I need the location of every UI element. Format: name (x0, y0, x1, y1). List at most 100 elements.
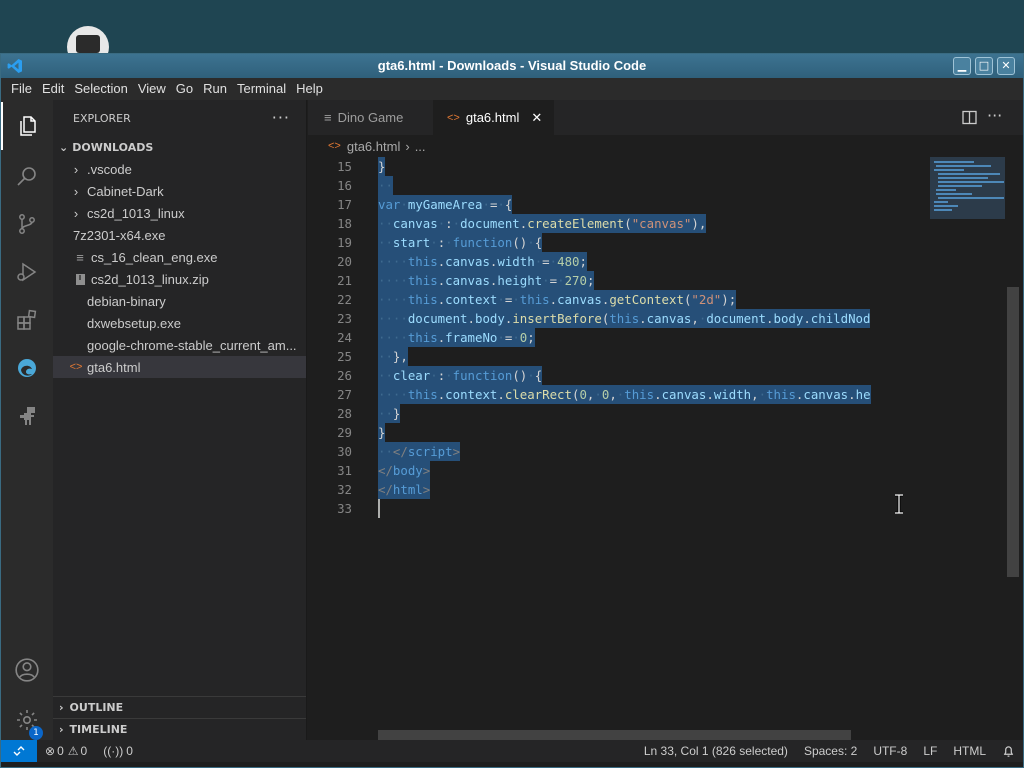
code-line[interactable]: 16 ·· (308, 176, 930, 195)
tab-gta6-html[interactable]: <> gta6.html ✕ (433, 100, 554, 135)
timeline-section-header[interactable]: › TIMELINE (53, 718, 306, 740)
line-number: 23 (337, 311, 352, 326)
indentation[interactable]: Spaces: 2 (796, 740, 865, 762)
source-control-icon[interactable] (1, 200, 53, 248)
code-line[interactable]: 30 ··</script> (308, 442, 930, 461)
tree-item-cs2d-folder[interactable]: › cs2d_1013_linux (53, 202, 306, 224)
line-number: 31 (337, 463, 352, 478)
code-line[interactable]: 21 ····this.canvas.height·=·270; (308, 271, 930, 290)
menu-selection[interactable]: Selection (69, 78, 132, 100)
code-line[interactable]: 28 ··} (308, 404, 930, 423)
cursor-position[interactable]: Ln 33, Col 1 (826 selected) (636, 740, 796, 762)
more-actions-icon[interactable]: ··· (272, 108, 290, 127)
outline-section-header[interactable]: › OUTLINE (53, 696, 306, 718)
horizontal-scrollbar[interactable] (378, 730, 851, 740)
menu-run[interactable]: Run (198, 78, 232, 100)
dino-icon[interactable] (1, 392, 53, 440)
timeline-title: TIMELINE (69, 723, 128, 736)
tree-item-7z-exe[interactable]: 7z2301-x64.exe (53, 224, 306, 246)
ports-count: 0 (126, 744, 133, 758)
tree-item-label: 7z2301-x64.exe (73, 227, 166, 243)
tree-item-cabinet-dark[interactable]: › Cabinet-Dark (53, 180, 306, 202)
line-number: 16 (337, 178, 352, 193)
tree-item-label: cs_16_clean_eng.exe (91, 249, 218, 265)
search-icon[interactable] (1, 152, 53, 200)
code-line[interactable]: 33 (308, 499, 930, 518)
code-line[interactable]: 31 </body> (308, 461, 930, 480)
tree-item-vscode[interactable]: › .vscode (53, 158, 306, 180)
code-line[interactable]: 25 ··}, (308, 347, 930, 366)
code-line[interactable]: 18 ··canvas·:·document.createElement("can… (308, 214, 930, 233)
account-icon[interactable] (1, 646, 53, 694)
tree-item-debian-binary[interactable]: debian-binary (53, 290, 306, 312)
title-bar: gta6.html - Downloads - Visual Studio Co… (1, 54, 1023, 78)
split-editor-icon[interactable] (962, 110, 977, 129)
breadcrumb-file[interactable]: gta6.html (347, 139, 400, 154)
code-line[interactable]: 26 ··clear·:·function()·{ (308, 366, 930, 385)
notifications-bell-icon[interactable] (994, 740, 1023, 762)
tree-item-cs16-exe[interactable]: ≡ cs_16_clean_eng.exe (53, 246, 306, 268)
remote-indicator-icon[interactable] (1, 740, 37, 762)
code-line[interactable]: 17 var·myGameArea·=·{ (308, 195, 930, 214)
tree-item-label: Cabinet-Dark (87, 183, 164, 199)
close-tab-icon[interactable]: ✕ (531, 110, 542, 126)
tree-item-gta6-html[interactable]: <> gta6.html (53, 356, 306, 378)
menu-file[interactable]: File (6, 78, 37, 100)
tree-item-label: cs2d_1013_linux.zip (91, 271, 209, 287)
sidebar-bottom-sections: › OUTLINE › TIMELINE (53, 696, 306, 740)
vertical-scrollbar[interactable] (1005, 157, 1019, 740)
code-line[interactable]: 27 ····this.context.clearRect(0,·0,·this.… (308, 385, 930, 404)
code-line[interactable]: 15} (308, 157, 930, 176)
more-actions-icon[interactable]: ··· (987, 106, 1002, 125)
language-mode[interactable]: HTML (945, 740, 994, 762)
line-number: 20 (337, 254, 352, 269)
settings-gear-icon[interactable]: 1 (1, 696, 53, 744)
code-line[interactable]: 32 </html> (308, 480, 930, 499)
code-text: ····document.body.insertBefore(this.canv… (378, 309, 871, 328)
error-icon: ⊗ (45, 744, 56, 758)
error-count: 0 (57, 744, 64, 758)
code-line[interactable]: 23 ····document.body.insertBefore(this.ca… (308, 309, 930, 328)
menu-view[interactable]: View (133, 78, 171, 100)
menu-terminal[interactable]: Terminal (232, 78, 291, 100)
html-file-icon: <> (69, 361, 83, 373)
code-text: var·myGameArea·=·{ (378, 195, 513, 214)
code-line[interactable]: 19 ··start·:·function()·{ (308, 233, 930, 252)
downloads-section-header[interactable]: ⌄ DOWNLOADS (53, 136, 306, 158)
code-editor[interactable]: 15} 16 ·· 17 var·myGameArea·=·{18 ··canvas·:·… (308, 157, 930, 740)
tree-item-dxwebsetup[interactable]: dxwebsetup.exe (53, 312, 306, 334)
menu-help[interactable]: Help (291, 78, 328, 100)
vscode-window: gta6.html - Downloads - Visual Studio Co… (0, 53, 1024, 768)
extensions-icon[interactable] (1, 296, 53, 344)
ports-indicator[interactable]: ((·)) 0 (95, 740, 141, 762)
code-text: ····this.canvas.width·=·480; (378, 252, 587, 271)
breadcrumb: <> gta6.html › ... (308, 135, 1023, 157)
code-text: ·· (378, 176, 393, 195)
warning-count: 0 (80, 744, 88, 758)
maximize-button[interactable]: □ (975, 57, 993, 75)
code-line[interactable]: 29} (308, 423, 930, 442)
explorer-icon[interactable] (1, 102, 53, 150)
tree-item-google-chrome[interactable]: google-chrome-stable_current_am... (53, 334, 306, 356)
minimap[interactable] (930, 157, 1005, 740)
run-debug-icon[interactable] (1, 248, 53, 296)
code-text: ····this.canvas.height·=·270; (378, 271, 595, 290)
tree-item-cs2d-zip[interactable]: cs2d_1013_linux.zip (53, 268, 306, 290)
code-line[interactable]: 22 ····this.context·=·this.canvas.getCont… (308, 290, 930, 309)
menu-edit[interactable]: Edit (37, 78, 69, 100)
code-text: ··} (378, 404, 401, 423)
scrollbar-thumb[interactable] (1007, 287, 1019, 577)
code-line[interactable]: 24 ····this.frameNo·=·0; (308, 328, 930, 347)
encoding[interactable]: UTF-8 (865, 740, 915, 762)
breadcrumb-rest[interactable]: ... (415, 139, 426, 154)
problems-indicator[interactable]: ⊗ 0 ⚠ 0 (37, 740, 95, 762)
code-text: ··}, (378, 347, 408, 366)
end-of-line[interactable]: LF (915, 740, 945, 762)
status-bar: ⊗ 0 ⚠ 0 ((·)) 0 Ln 33, Col 1 (826 select… (1, 740, 1023, 762)
minimize-button[interactable]: ▁ (953, 57, 971, 75)
tab-dino-game[interactable]: ≡ Dino Game (308, 100, 433, 135)
edge-icon[interactable] (1, 344, 53, 392)
menu-go[interactable]: Go (171, 78, 198, 100)
close-window-button[interactable]: ✕ (997, 57, 1015, 75)
code-line[interactable]: 20 ····this.canvas.width·=·480; (308, 252, 930, 271)
